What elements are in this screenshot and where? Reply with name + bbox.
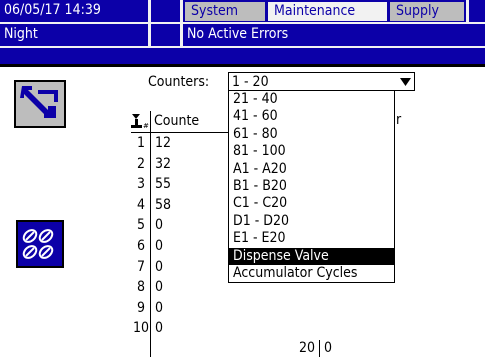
counters-option[interactable]: 41 - 60	[229, 108, 394, 125]
header-underline	[131, 132, 231, 133]
row-number: 5	[137, 217, 146, 234]
header-separator	[148, 0, 151, 22]
counters-dropdown-list[interactable]: 21 - 40 41 - 60 61 - 80 81 - 100 A1 - A20 B1 …	[228, 90, 395, 284]
row-number: 10	[133, 320, 150, 337]
counters-option[interactable]: A1 - A20	[229, 161, 394, 178]
linked-valves-icon	[22, 229, 54, 259]
row-number: 7	[137, 258, 146, 275]
linked-valves-button[interactable]	[16, 220, 64, 268]
datetime: 06/05/17 14:39	[4, 2, 101, 18]
column-divider	[150, 111, 151, 357]
header-separator	[148, 24, 151, 46]
row-value: 0	[155, 258, 164, 275]
row-number: 4	[137, 196, 146, 213]
row-number: 8	[137, 279, 146, 296]
column-header-counter: Counte	[154, 113, 200, 129]
row-number: 6	[137, 238, 146, 254]
exit-screen-icon	[18, 84, 62, 124]
column-header-right: r	[396, 112, 402, 128]
header-separator	[180, 0, 183, 22]
row-value: 0	[155, 320, 164, 337]
svg-text:#: #	[143, 122, 149, 130]
row-value: 0	[155, 299, 164, 316]
tab-supply[interactable]: Supply	[390, 2, 464, 21]
counters-option[interactable]: D1 - D20	[229, 213, 394, 230]
tab-system[interactable]: System	[185, 2, 265, 21]
right-row-number: 20	[299, 340, 316, 356]
column-divider-right	[319, 340, 320, 357]
counters-selected-value: 1 - 20	[232, 74, 269, 90]
row-value: 0	[155, 217, 164, 234]
counters-option[interactable]: E1 - E20	[229, 230, 394, 247]
counters-option[interactable]: B1 - B20	[229, 178, 394, 195]
counters-option[interactable]: 21 - 40	[229, 91, 394, 108]
counters-option[interactable]: C1 - C20	[229, 195, 394, 212]
error-status: No Active Errors	[187, 26, 289, 42]
dropdown-arrow-icon[interactable]	[400, 77, 411, 87]
row-value: 12	[155, 135, 172, 151]
counters-select[interactable]: 1 - 20	[228, 72, 415, 91]
row-value: 0	[155, 279, 164, 296]
row-value: 55	[155, 176, 172, 193]
row-number: 9	[137, 299, 146, 316]
exit-screen-button[interactable]	[14, 80, 66, 128]
row-value: 0	[155, 238, 164, 254]
counters-option[interactable]: 61 - 80	[229, 126, 394, 143]
counters-option[interactable]: Accumulator Cycles	[229, 265, 394, 282]
row-value: 32	[155, 155, 172, 172]
row-number: 2	[137, 155, 146, 172]
mode-label: Night	[4, 26, 38, 42]
tab-maintenance[interactable]: Maintenance	[268, 2, 387, 21]
header-bottom-rule	[0, 64, 485, 67]
counters-label: Counters:	[148, 74, 210, 90]
valve-counter-icon: #	[131, 114, 149, 130]
row-number: 3	[137, 176, 146, 193]
counters-option[interactable]: 81 - 100	[229, 143, 394, 160]
counters-option[interactable]: Dispense Valve	[229, 247, 394, 265]
row-value: 58	[155, 196, 172, 213]
header-separator	[466, 0, 469, 22]
row-number: 1	[137, 135, 146, 151]
right-row-value: 0	[324, 340, 333, 356]
